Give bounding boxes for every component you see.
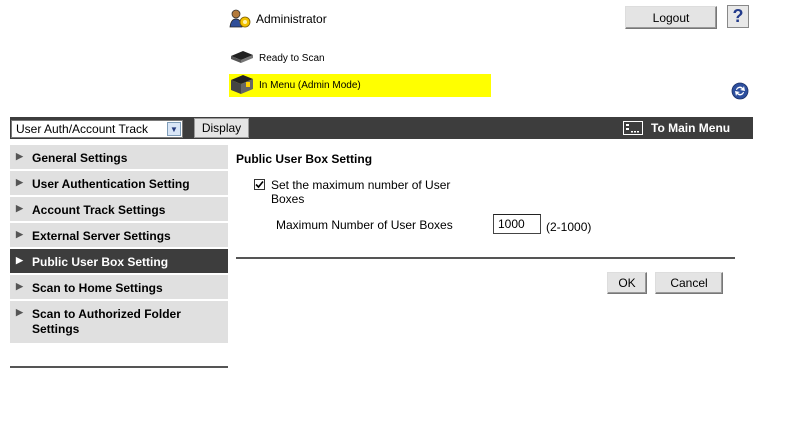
max-user-box-checkbox-label: Set the maximum number of User Boxes: [271, 178, 451, 206]
administrator-icon: [229, 9, 251, 29]
sidebar-item-user-authentication[interactable]: ▶ User Authentication Setting: [10, 171, 228, 197]
max-user-boxes-label: Maximum Number of User Boxes: [276, 218, 453, 232]
max-user-box-checkbox[interactable]: [254, 179, 265, 190]
sidebar-item-label: Account Track Settings: [32, 203, 166, 217]
sidebar-item-label: External Server Settings: [32, 229, 171, 243]
sidebar-item-label: General Settings: [32, 151, 128, 165]
sidebar-divider: [10, 366, 228, 368]
triangle-right-icon: ▶: [16, 177, 23, 187]
logout-button[interactable]: Logout: [625, 6, 717, 29]
sidebar-item-scan-to-authorized-folder[interactable]: ▶ Scan to Authorized Folder Settings: [10, 301, 228, 345]
admin-user-indicator: Administrator: [229, 9, 327, 29]
to-main-menu-link[interactable]: To Main Menu: [623, 119, 730, 137]
sidebar-item-scan-to-home[interactable]: ▶ Scan to Home Settings: [10, 275, 228, 301]
scanner-ready-icon: [229, 50, 255, 67]
triangle-right-icon: ▶: [16, 203, 23, 213]
triangle-right-icon: ▶: [16, 281, 23, 291]
sidebar-item-external-server[interactable]: ▶ External Server Settings: [10, 223, 228, 249]
status-menu: In Menu (Admin Mode): [229, 74, 491, 97]
triangle-right-icon: ▶: [16, 229, 23, 239]
triangle-right-icon: ▶: [16, 151, 23, 161]
scanner-menu-icon: [229, 73, 255, 98]
status-ready: Ready to Scan: [229, 50, 325, 66]
sidebar-item-account-track[interactable]: ▶ Account Track Settings: [10, 197, 228, 223]
display-button[interactable]: Display: [194, 118, 249, 138]
status-menu-text: In Menu (Admin Mode): [259, 80, 361, 91]
cancel-button[interactable]: Cancel: [655, 272, 723, 294]
max-user-boxes-input[interactable]: [493, 214, 541, 234]
chevron-down-icon[interactable]: ▼: [167, 122, 181, 136]
refresh-icon[interactable]: [731, 82, 749, 100]
help-button[interactable]: ?: [727, 5, 749, 28]
content-divider: [236, 257, 735, 259]
sidebar-item-label: Scan to Authorized Folder Settings: [32, 307, 181, 336]
max-user-boxes-range: (2-1000): [546, 220, 592, 234]
sidebar-item-public-user-box[interactable]: ▶ Public User Box Setting: [10, 249, 228, 275]
status-ready-text: Ready to Scan: [259, 52, 325, 64]
admin-label: Administrator: [256, 12, 327, 26]
sidebar-item-general-settings[interactable]: ▶ General Settings: [10, 145, 228, 171]
to-main-menu-label: To Main Menu: [651, 121, 731, 135]
mode-select[interactable]: User Auth/Account Track ▼: [11, 120, 183, 138]
ok-button[interactable]: OK: [607, 272, 647, 294]
main-menu-icon: [623, 121, 643, 135]
sidebar-item-label: Scan to Home Settings: [32, 281, 163, 295]
triangle-right-icon: ▶: [16, 307, 23, 317]
sidebar-item-label: Public User Box Setting: [32, 255, 169, 269]
mode-select-value: User Auth/Account Track: [16, 122, 149, 136]
sidebar: ▶ General Settings ▶ User Authentication…: [10, 145, 228, 345]
sidebar-item-label: User Authentication Setting: [32, 177, 190, 191]
triangle-right-icon: ▶: [16, 255, 23, 265]
page-title: Public User Box Setting: [236, 152, 373, 166]
max-user-box-checkbox-row[interactable]: Set the maximum number of User Boxes: [236, 178, 466, 206]
